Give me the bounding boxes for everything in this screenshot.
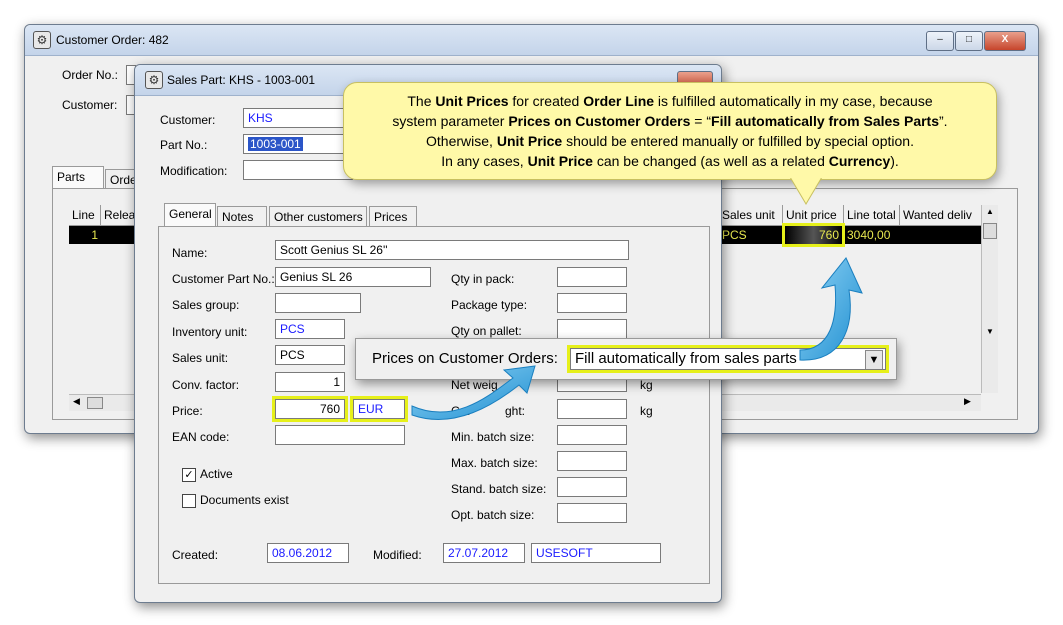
callout-pointer	[789, 174, 823, 205]
